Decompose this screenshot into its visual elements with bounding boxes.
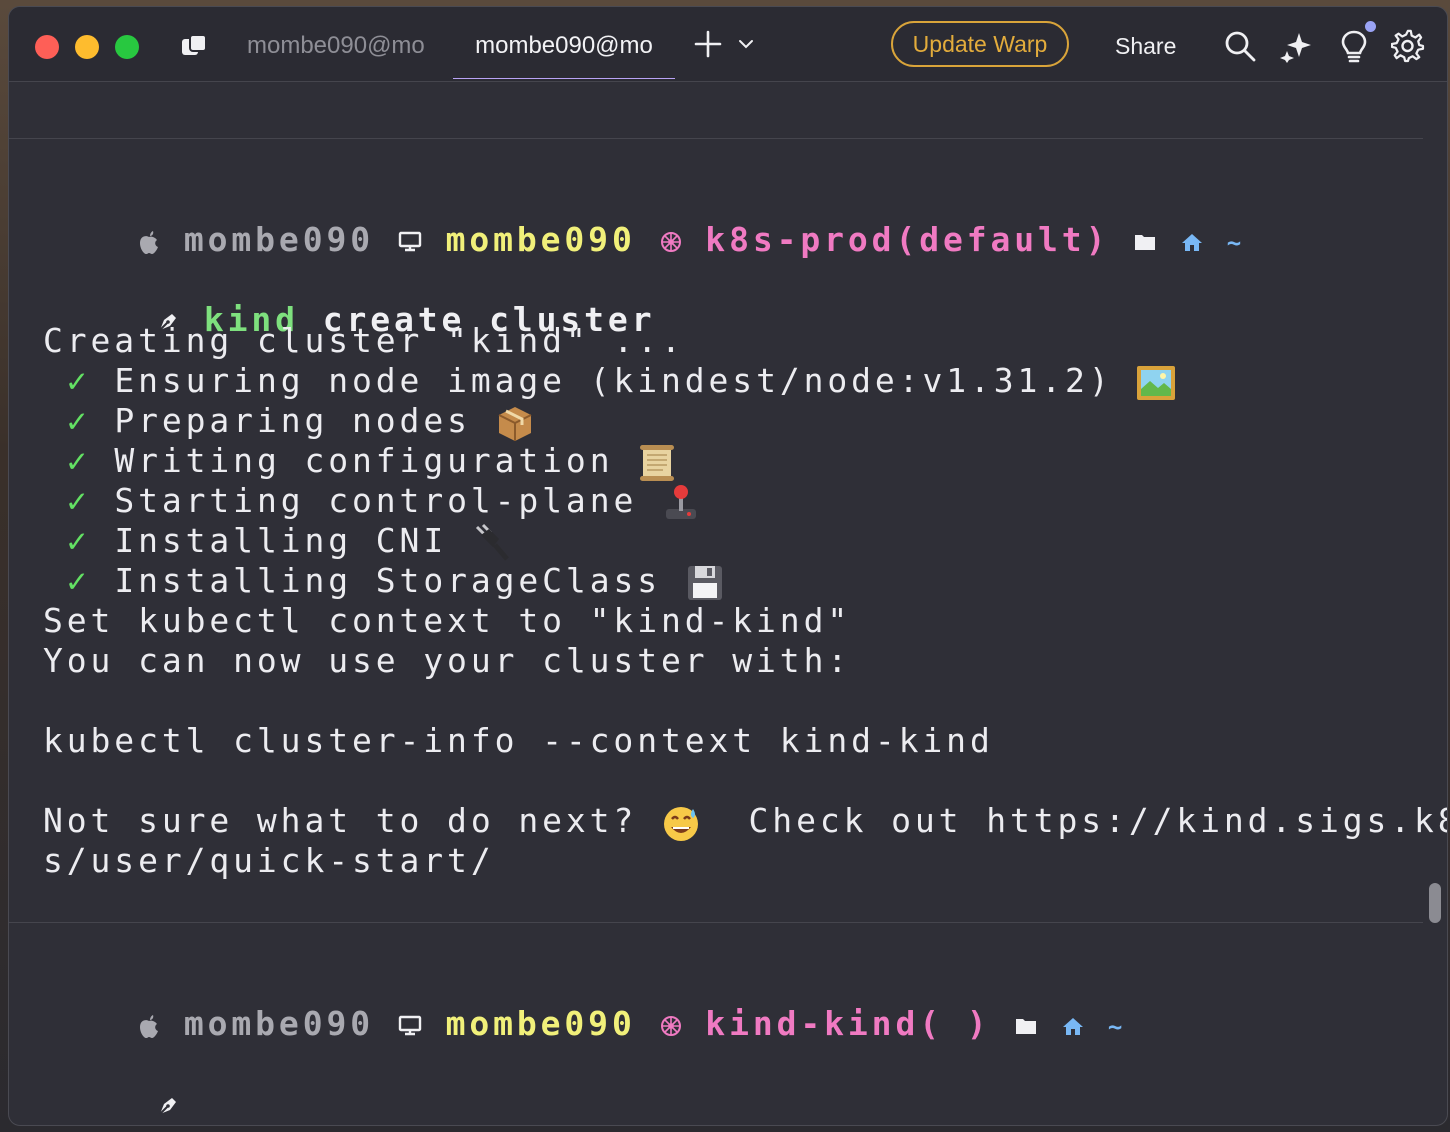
apple-icon — [140, 1014, 159, 1038]
kubernetes-icon — [660, 231, 681, 252]
joystick-icon — [666, 484, 697, 519]
search-icon[interactable] — [1223, 29, 1257, 63]
output-creating: Creating cluster "kind" ... — [43, 321, 685, 360]
check-mark-icon: ✓ — [66, 481, 91, 520]
scroll-icon — [640, 444, 675, 481]
prompt-host: mombe090 — [445, 1004, 636, 1043]
step-text: Starting control-plane — [114, 481, 638, 520]
pen-nib-icon — [159, 1097, 177, 1115]
command-input[interactable] — [61, 1045, 180, 1125]
output-next-wrap: s/user/quick-start/ — [43, 841, 495, 880]
block-divider — [9, 138, 1423, 139]
check-mark-icon: ✓ — [66, 361, 91, 400]
new-tab-plus-icon[interactable] — [693, 29, 723, 59]
computer-icon — [398, 1015, 421, 1035]
scrollbar-thumb[interactable] — [1429, 883, 1441, 923]
close-window-button[interactable] — [35, 35, 59, 59]
home-icon — [1063, 1017, 1084, 1035]
gear-icon[interactable] — [1391, 29, 1425, 63]
notification-dot — [1365, 21, 1376, 32]
block-divider — [9, 922, 1423, 923]
tab-label: mombe090@mo — [475, 32, 653, 59]
warp-window: mombe090@mo mombe090@mo Update Warp Shar… — [8, 6, 1448, 1126]
check-mark-icon: ✓ — [66, 521, 91, 560]
prompt-user: mombe090 — [183, 1004, 375, 1043]
folder-icon — [1135, 234, 1156, 250]
computer-icon — [398, 231, 421, 251]
output-step: ✓ Installing StorageClass — [43, 561, 725, 603]
ai-sparkles-icon[interactable] — [1279, 29, 1313, 63]
apple-icon — [140, 230, 159, 254]
step-text: Installing CNI — [114, 521, 448, 560]
output-step: ✓ Preparing nodes — [43, 401, 535, 443]
kubernetes-icon — [660, 1015, 681, 1036]
output-step: ✓ Installing CNI — [43, 521, 511, 563]
home-icon — [1181, 233, 1202, 251]
check-mark-icon: ✓ — [66, 401, 91, 440]
step-text: Writing configuration — [114, 441, 614, 480]
active-tab-indicator — [453, 78, 675, 79]
package-icon — [498, 406, 532, 441]
next-prefix: Not sure what to do next? — [43, 801, 638, 840]
step-text: Preparing nodes — [114, 401, 471, 440]
tabs-panel-icon[interactable] — [179, 31, 209, 61]
lightbulb-icon[interactable] — [1337, 29, 1371, 63]
update-warp-button[interactable]: Update Warp — [891, 21, 1069, 67]
check-mark-icon: ✓ — [66, 441, 91, 480]
title-bar: mombe090@mo mombe090@mo Update Warp Shar… — [9, 7, 1447, 82]
folder-icon — [1016, 1018, 1037, 1034]
chevron-down-icon[interactable] — [737, 37, 755, 51]
grinning-sweat-icon — [663, 806, 698, 841]
prompt-kube-context: k8s-prod(default) — [705, 220, 1110, 259]
output-step: ✓ Starting control-plane — [43, 481, 701, 523]
next-suffix: Check out https://kind.sigs.k8s.io/doc — [748, 801, 1447, 840]
output-use-with: You can now use your cluster with: — [43, 641, 852, 680]
prompt-host: mombe090 — [445, 220, 636, 259]
check-mark-icon: ✓ — [66, 561, 91, 600]
electric-plug-icon — [475, 523, 509, 561]
output-context-set: Set kubectl context to "kind-kind" — [43, 601, 852, 640]
prompt-line: mombe090 mombe090 kind-kind( ) ~ — [43, 965, 1126, 1082]
prompt-directory: ~ — [1226, 229, 1246, 257]
tab-session-2-active[interactable]: mombe090@mo — [453, 7, 675, 79]
minimize-window-button[interactable] — [75, 35, 99, 59]
output-next-steps: Not sure what to do next? Check out http… — [43, 801, 1447, 843]
share-button[interactable]: Share — [1115, 7, 1176, 81]
tab-session-1[interactable]: mombe090@mo — [247, 7, 437, 79]
prompt-directory: ~ — [1107, 1013, 1127, 1041]
output-step: ✓ Writing configuration — [43, 441, 677, 483]
step-text: Installing StorageClass — [114, 561, 662, 600]
zoom-window-button[interactable] — [115, 35, 139, 59]
floppy-disk-icon — [687, 565, 722, 600]
prompt-user: mombe090 — [183, 220, 375, 259]
step-text: Ensuring node image (kindest/node:v1.31.… — [114, 361, 1113, 400]
output-step: ✓ Ensuring node image (kindest/node:v1.3… — [43, 361, 1176, 403]
tab-label: mombe090@mo — [247, 32, 425, 59]
framed-picture-icon — [1137, 365, 1176, 400]
output-kubectl-command: kubectl cluster-info --context kind-kind — [43, 721, 994, 760]
prompt-kube-context: kind-kind( ) — [705, 1004, 991, 1043]
